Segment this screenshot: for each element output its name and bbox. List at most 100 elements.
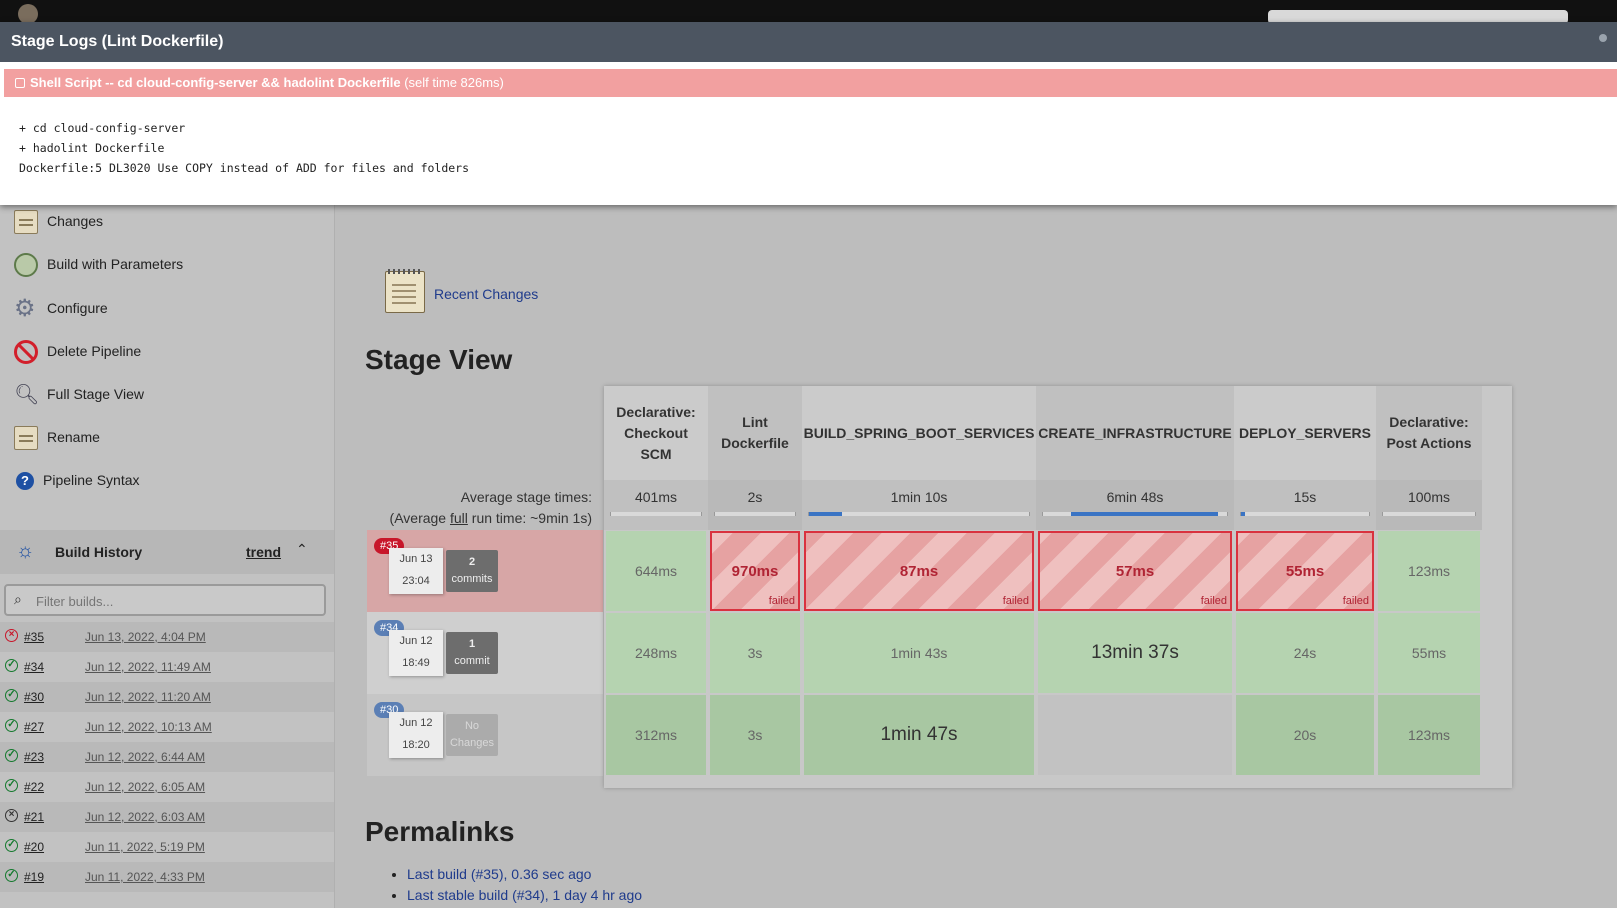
average-full-suffix: run time: ~9min 1s) xyxy=(467,510,592,526)
sidebar-item-label: Configure xyxy=(47,300,108,316)
stage-logs-title: Stage Logs (Lint Dockerfile) xyxy=(0,22,1617,62)
log-step-title: Shell Script -- cd cloud-config-server &… xyxy=(30,75,401,90)
stage-cell[interactable]: 1min 47s xyxy=(804,695,1034,775)
success-status-icon: ✓ xyxy=(5,839,18,852)
average-stage-time: 15s xyxy=(1234,480,1376,530)
run-changes-box[interactable]: No Changes xyxy=(446,714,498,756)
average-stage-time-value: 401ms xyxy=(634,489,678,505)
build-date-link[interactable]: Jun 12, 2022, 6:05 AM xyxy=(85,780,205,794)
stage-cell[interactable]: 20s xyxy=(1236,695,1374,775)
average-stage-time-value: 100ms xyxy=(1407,489,1451,505)
log-step-header[interactable]: Shell Script -- cd cloud-config-server &… xyxy=(4,69,1617,97)
run-changes-box[interactable]: 1 commit xyxy=(446,632,498,674)
build-number-link[interactable]: #35 xyxy=(24,630,44,644)
build-number-link[interactable]: #21 xyxy=(24,810,44,824)
stage-duration: 970ms xyxy=(731,562,779,580)
sidebar-item-rename[interactable]: Rename xyxy=(0,418,334,458)
stage-cell[interactable] xyxy=(1038,695,1232,775)
run-header[interactable]: #34 Jun 12 18:49 1 commit xyxy=(367,612,603,694)
success-status-icon: ✓ xyxy=(5,689,18,702)
build-number-link[interactable]: #34 xyxy=(24,660,44,674)
stage-duration: 123ms xyxy=(1407,563,1451,579)
stage-cell[interactable]: 24s xyxy=(1236,613,1374,693)
build-row[interactable]: ✓ #30 Jun 12, 2022, 11:20 AM xyxy=(0,682,334,712)
build-date-link[interactable]: Jun 12, 2022, 10:13 AM xyxy=(85,720,212,734)
build-date-link[interactable]: Jun 12, 2022, 6:44 AM xyxy=(85,750,205,764)
stage-cell[interactable]: 3s xyxy=(710,695,800,775)
stage-cell[interactable]: 1min 43s xyxy=(804,613,1034,693)
collapse-icon[interactable] xyxy=(15,78,25,88)
jenkins-logo-icon[interactable] xyxy=(18,4,38,24)
sidebar-item-changes[interactable]: Changes xyxy=(0,202,334,242)
sidebar-item-delete-pipeline[interactable]: Delete Pipeline xyxy=(0,332,334,372)
build-number-link[interactable]: #20 xyxy=(24,840,44,854)
sidebar-item-full-stage-view[interactable]: 🔍︎ Full Stage View xyxy=(0,375,334,415)
recent-changes-icon xyxy=(385,269,425,313)
build-row[interactable]: ✓ #23 Jun 12, 2022, 6:44 AM xyxy=(0,742,334,772)
stage-cell[interactable]: 123ms xyxy=(1378,695,1480,775)
stage-column-header: DEPLOY_SERVERS xyxy=(1234,386,1376,480)
stage-cell[interactable]: 312ms xyxy=(606,695,706,775)
stage-status-tag: failed xyxy=(768,595,795,607)
notepad-icon xyxy=(14,426,38,450)
build-date-link[interactable]: Jun 13, 2022, 4:04 PM xyxy=(85,630,206,644)
sidebar-item-build-with-parameters[interactable]: Build with Parameters xyxy=(0,245,334,285)
stage-cell-failed[interactable]: 87ms failed xyxy=(804,531,1034,611)
chevron-up-icon[interactable]: ⌃ xyxy=(296,541,308,558)
stage-cell-failed[interactable]: 57ms failed xyxy=(1038,531,1232,611)
log-line: Dockerfile:5 DL3020 Use COPY instead of … xyxy=(19,161,470,175)
stage-duration: 13min 37s xyxy=(1091,642,1179,663)
filter-builds-field[interactable]: ⌕ xyxy=(4,584,326,616)
stage-cell-failed[interactable]: 970ms failed xyxy=(710,531,800,611)
build-row[interactable]: × #35 Jun 13, 2022, 4:04 PM xyxy=(0,622,334,652)
build-number-link[interactable]: #30 xyxy=(24,690,44,704)
recent-changes-link[interactable]: Recent Changes xyxy=(434,286,538,302)
run-date: Jun 12 xyxy=(399,717,433,729)
jenkins-header xyxy=(0,0,1617,24)
build-number-link[interactable]: #19 xyxy=(24,870,44,884)
build-row[interactable]: ✓ #22 Jun 12, 2022, 6:05 AM xyxy=(0,772,334,802)
stage-cell-failed[interactable]: 55ms failed xyxy=(1236,531,1374,611)
build-date-link[interactable]: Jun 12, 2022, 11:49 AM xyxy=(85,660,211,674)
build-number-link[interactable]: #22 xyxy=(24,780,44,794)
stage-cell[interactable]: 123ms xyxy=(1378,531,1480,611)
build-number-link[interactable]: #27 xyxy=(24,720,44,734)
stage-cell[interactable]: 644ms xyxy=(606,531,706,611)
permalink-last-build[interactable]: Last build (#35), 0.36 sec ago xyxy=(407,866,591,882)
build-date-link[interactable]: Jun 11, 2022, 5:19 PM xyxy=(85,840,205,854)
trend-link[interactable]: trend xyxy=(246,544,281,560)
build-row[interactable]: ✓ #34 Jun 12, 2022, 11:49 AM xyxy=(0,652,334,682)
sidebar-item-pipeline-syntax[interactable]: ? Pipeline Syntax xyxy=(0,461,334,501)
run-changes-box[interactable]: 2 commits xyxy=(446,550,498,592)
sidebar-item-configure[interactable]: ⚙ Configure xyxy=(0,289,334,329)
build-row[interactable]: ✓ #20 Jun 11, 2022, 5:19 PM xyxy=(0,832,334,862)
average-times-label: Average stage times: (Average full run t… xyxy=(385,487,592,529)
stage-column-header: BUILD_SPRING_BOOT_SERVICES xyxy=(802,386,1036,480)
build-number-link[interactable]: #23 xyxy=(24,750,44,764)
stage-cell[interactable]: 55ms xyxy=(1378,613,1480,693)
build-row[interactable]: ✓ #27 Jun 12, 2022, 10:13 AM xyxy=(0,712,334,742)
sidebar-item-label: Delete Pipeline xyxy=(47,343,142,359)
permalink-last-stable-build[interactable]: Last stable build (#34), 1 day 4 hr ago xyxy=(407,887,642,903)
build-row[interactable]: ✓ #19 Jun 11, 2022, 4:33 PM xyxy=(0,862,334,892)
average-stage-progress-bar xyxy=(610,512,702,516)
stage-logs-dialog: Stage Logs (Lint Dockerfile) Shell Scrip… xyxy=(0,22,1617,205)
average-stage-progress-bar xyxy=(1042,512,1228,516)
average-stage-time: 6min 48s xyxy=(1036,480,1234,530)
build-date-link[interactable]: Jun 12, 2022, 6:03 AM xyxy=(85,810,205,824)
run-header[interactable]: #35 Jun 13 23:04 2 commits xyxy=(367,530,603,612)
stage-cell[interactable]: 3s xyxy=(710,613,800,693)
close-icon[interactable] xyxy=(1599,34,1607,42)
filter-builds-input[interactable] xyxy=(34,590,318,612)
success-status-icon: ✓ xyxy=(5,749,18,762)
build-date-link[interactable]: Jun 11, 2022, 4:33 PM xyxy=(85,870,205,884)
average-full-link[interactable]: full xyxy=(450,510,468,526)
run-header[interactable]: #30 Jun 12 18:20 No Changes xyxy=(367,694,603,776)
stage-cell[interactable]: 13min 37s xyxy=(1038,613,1232,693)
stage-column-header: Declarative: Post Actions xyxy=(1376,386,1482,480)
build-date-link[interactable]: Jun 12, 2022, 11:20 AM xyxy=(85,690,211,704)
no-entry-icon xyxy=(14,340,38,364)
failed-status-icon: × xyxy=(5,629,18,642)
stage-cell[interactable]: 248ms xyxy=(606,613,706,693)
build-row[interactable]: × #21 Jun 12, 2022, 6:03 AM xyxy=(0,802,334,832)
